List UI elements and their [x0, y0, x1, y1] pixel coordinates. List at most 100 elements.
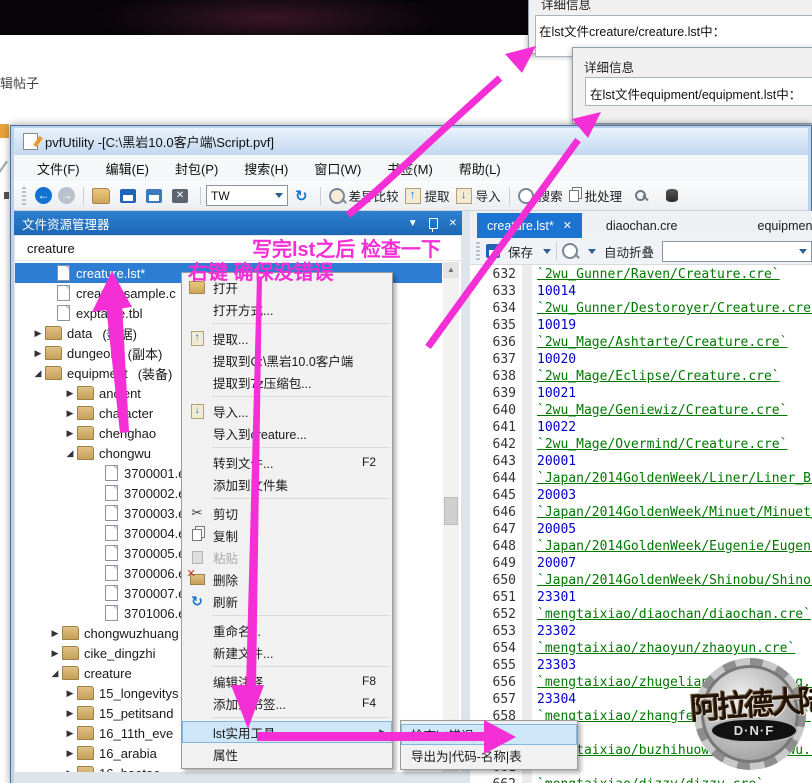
expanded-icon[interactable]: ◢ — [48, 668, 62, 679]
line-text: 23304 — [537, 692, 576, 707]
context-menu-item-[interactable]: 打开 — [182, 276, 392, 298]
key-tool-button[interactable] — [628, 189, 654, 203]
batch-button[interactable]: 批处理 — [569, 186, 623, 205]
line-number: 640 — [470, 403, 516, 418]
code-line-647: 64720005 — [470, 522, 812, 539]
find-icon[interactable] — [562, 243, 578, 259]
menu-h[interactable]: 搜索(H) — [231, 156, 301, 181]
save-icon[interactable] — [486, 244, 500, 258]
tab-creature.lst[interactable]: creature.lst*✕ — [477, 213, 582, 238]
close-file-button[interactable]: ✕ — [172, 189, 192, 203]
menu-f[interactable]: 文件(F) — [24, 156, 93, 181]
scroll-up-icon[interactable]: ▲ — [443, 262, 459, 278]
close-icon[interactable]: ✕ — [563, 219, 572, 232]
close-icon[interactable]: ✕ — [449, 218, 457, 229]
menu-m[interactable]: 书签(M) — [374, 156, 446, 181]
context-menu-item-[interactable]: ↑提取... — [182, 327, 392, 349]
toolbar-grip — [22, 187, 26, 205]
chevron-down-icon[interactable] — [588, 249, 596, 254]
diff-compare-button[interactable]: 差异比较 — [329, 186, 399, 205]
context-menu-item-[interactable]: ↓导入... — [182, 400, 392, 422]
scrollbar-thumb[interactable] — [444, 497, 458, 525]
paste-glyph — [192, 551, 203, 564]
line-number: 633 — [470, 284, 516, 299]
collapsed-icon[interactable]: ▶ — [31, 328, 45, 339]
line-number: 653 — [470, 624, 516, 639]
explorer-panel-header[interactable]: 文件资源管理器 ▼ ✕ — [14, 211, 462, 235]
menu-item-label: 导入到creature... — [213, 424, 307, 443]
symbol-combobox[interactable] — [662, 241, 812, 262]
tree-item-label: cike_dingzhi — [84, 646, 156, 661]
search-button[interactable]: 搜索 — [518, 186, 563, 205]
collapsed-icon[interactable]: ▶ — [48, 628, 62, 639]
menu-item-label: 删除 — [213, 570, 238, 589]
collapsed-icon[interactable]: ▶ — [63, 688, 77, 699]
save-button[interactable] — [120, 189, 140, 203]
tree-scrollbar[interactable]: ▲ ▼ — [443, 262, 459, 772]
context-menu-item-creature[interactable]: 导入到creature... — [182, 422, 392, 444]
chevron-down-icon[interactable]: ▼ — [408, 218, 418, 229]
context-menu-item-[interactable]: 转到文件...F2 — [182, 451, 392, 473]
submenu-item-lst[interactable]: 检查lst错误 — [401, 724, 577, 745]
submenu-item-[interactable]: 导出为|代码-名称|表 — [401, 745, 577, 766]
tab-diaochan.cre[interactable]: diaochan.cre — [596, 213, 688, 238]
window-title: pvfUtility -[C:\黑岩10.0客户端\Script.pvf] — [45, 132, 274, 151]
chevron-down-icon[interactable] — [543, 249, 551, 254]
line-text: 23301 — [537, 590, 576, 605]
tab-equipment.lst[interactable]: equipment.lst — [748, 213, 812, 238]
title-bar[interactable]: pvfUtility -[C:\黑岩10.0客户端\Script.pvf] — [14, 128, 808, 155]
collapsed-icon[interactable]: ▶ — [63, 428, 77, 439]
collapsed-icon[interactable]: ▶ — [63, 748, 77, 759]
extract-button[interactable]: ↑ 提取 — [405, 186, 450, 205]
collapsed-icon[interactable]: ▶ — [48, 648, 62, 659]
context-menu-item-[interactable]: 编辑注释F8 — [182, 670, 392, 692]
forward-button[interactable]: → — [58, 187, 75, 204]
diff-compare-label: 差异比较 — [349, 186, 399, 205]
context-menu-item-[interactable]: 新建文件... — [182, 641, 392, 663]
collapsed-icon[interactable]: ▶ — [63, 408, 77, 419]
explorer-search-input[interactable]: creature — [15, 236, 461, 261]
save-all-button[interactable] — [146, 189, 166, 203]
context-menu-item-[interactable]: 属性 — [182, 743, 392, 765]
context-menu-item-[interactable]: ↻刷新 — [182, 590, 392, 612]
code-editor[interactable]: 632`2wu_Gunner/Raven/Creature.cre`633100… — [470, 265, 812, 783]
language-select[interactable]: TW — [206, 185, 288, 206]
reload-button[interactable]: ↻ — [291, 187, 312, 205]
context-menu-item-[interactable]: 添加到文件集 — [182, 473, 392, 495]
database-icon — [666, 189, 678, 202]
collapsed-icon[interactable]: ▶ — [63, 708, 77, 719]
pin-icon[interactable] — [429, 218, 438, 229]
back-button[interactable]: ← — [35, 187, 52, 204]
import-button[interactable]: ↓ 导入 — [456, 186, 501, 205]
context-menu-item-[interactable]: 粘贴 — [182, 546, 392, 568]
collapsed-icon[interactable]: ▶ — [63, 768, 77, 773]
expanded-icon[interactable]: ◢ — [63, 448, 77, 459]
autofold-label[interactable]: 自动折叠 — [604, 242, 654, 261]
collapsed-icon[interactable]: ▶ — [31, 348, 45, 359]
menu-w[interactable]: 窗口(W) — [301, 156, 374, 181]
context-menu-item-[interactable]: 复制 — [182, 524, 392, 546]
menu-l[interactable]: 帮助(L) — [446, 156, 514, 181]
line-text: `2wu_Gunner/Destoroyer/Creature.cre` — [537, 301, 812, 316]
paste-icon — [187, 549, 207, 565]
context-menu-item-[interactable]: 打开方式... — [182, 298, 392, 320]
blank-icon — [187, 724, 207, 740]
context-menu-item-[interactable]: 重命名... — [182, 619, 392, 641]
editor-save-label[interactable]: 保存 — [508, 242, 533, 261]
collapsed-icon[interactable]: ▶ — [63, 728, 77, 739]
menu-p[interactable]: 封包(P) — [162, 156, 231, 181]
menu-e[interactable]: 编辑(E) — [93, 156, 162, 181]
context-menu-item-c100[interactable]: 提取到C:\黑岩10.0客户端 — [182, 349, 392, 371]
menu-separator — [212, 666, 390, 667]
context-menu-item-7z[interactable]: 提取到7z压缩包... — [182, 371, 392, 393]
expanded-icon[interactable]: ◢ — [31, 368, 45, 379]
detail-dialog-creature: 详细信息 在lst文件creature/creature.lst中： — [528, 0, 812, 54]
context-menu-item-lst[interactable]: lst实用工具▶ — [182, 721, 392, 743]
context-menu-item-[interactable]: 删除 — [182, 568, 392, 590]
context-menu-item-[interactable]: ✂剪切 — [182, 502, 392, 524]
db-tool-button[interactable] — [660, 189, 684, 202]
context-menu-item-[interactable]: 添加到书签...F4 — [182, 692, 392, 714]
collapsed-icon[interactable]: ▶ — [63, 388, 77, 399]
open-button[interactable] — [92, 188, 114, 204]
file-icon — [105, 605, 118, 621]
